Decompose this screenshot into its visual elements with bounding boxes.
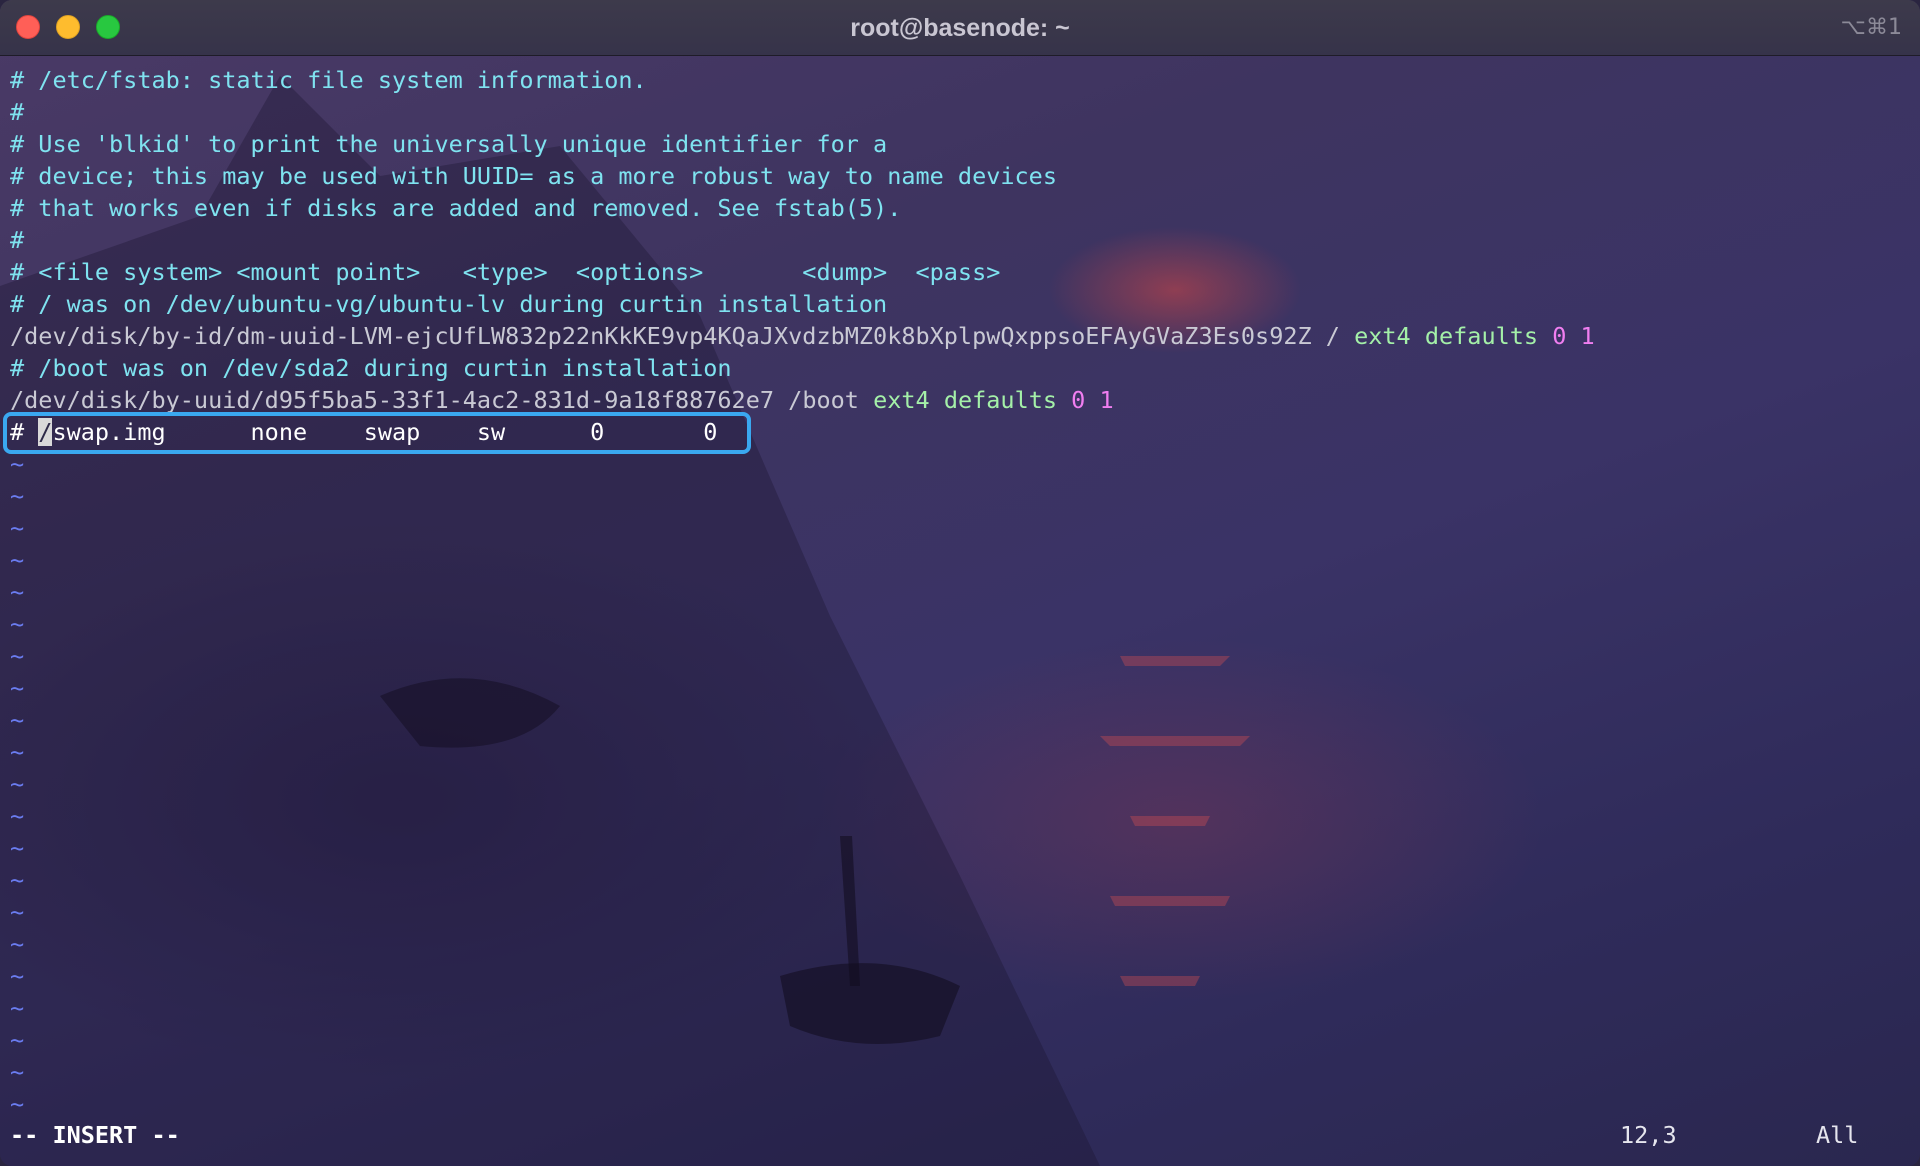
tilde-marker: ~ (10, 898, 25, 926)
empty-line-marker: ~ (10, 896, 1870, 928)
tilde-marker: ~ (10, 962, 25, 990)
comment-text: # (10, 226, 25, 254)
fstab-dump: 0 (1071, 386, 1086, 414)
comment-text: # that works even if disks are added and… (10, 194, 902, 222)
empty-line-marker: ~ (10, 576, 1870, 608)
empty-line-marker: ~ (10, 1024, 1870, 1056)
tilde-marker: ~ (10, 674, 25, 702)
editor-line[interactable]: # (10, 224, 1870, 256)
empty-line-marker: ~ (10, 800, 1870, 832)
empty-line-marker: ~ (10, 768, 1870, 800)
tilde-marker: ~ (10, 770, 25, 798)
vim-mode-indicator: -- INSERT -- (10, 1121, 180, 1149)
editor-line[interactable]: # <file system> <mount point> <type> <op… (10, 256, 1870, 288)
empty-line-marker: ~ (10, 672, 1870, 704)
empty-line-marker: ~ (10, 992, 1870, 1024)
cursor-position: 12,3 (1620, 1121, 1677, 1149)
tilde-marker: ~ (10, 1026, 25, 1054)
tilde-marker: ~ (10, 642, 25, 670)
editor-line[interactable]: # /boot was on /dev/sda2 during curtin i… (10, 352, 1870, 384)
fstab-device: /dev/disk/by-id/dm-uuid-LVM-ejcUfLW832p2… (10, 322, 1312, 350)
fstab-options: defaults (1424, 322, 1539, 350)
empty-line-marker: ~ (10, 864, 1870, 896)
editor-line[interactable]: # that works even if disks are added and… (10, 192, 1870, 224)
fstab-device: /dev/disk/by-uuid/d95f5ba5-33f1-4ac2-831… (10, 386, 775, 414)
vim-status-bar: -- INSERT -- 12,3 All (10, 1119, 1862, 1151)
editor-line[interactable]: # device; this may be used with UUID= as… (10, 160, 1870, 192)
empty-line-marker: ~ (10, 1088, 1870, 1120)
terminal-window: root@basenode: ~ ⌥⌘1 # /etc/fstab: stati… (0, 0, 1920, 1166)
vim-editor-buffer[interactable]: # /etc/fstab: static file system informa… (10, 64, 1870, 1120)
empty-line-marker: ~ (10, 640, 1870, 672)
fstab-dump: 0 (1552, 322, 1567, 350)
tilde-marker: ~ (10, 610, 25, 638)
fstab-options: defaults (943, 386, 1058, 414)
fstab-pass: 1 (1099, 386, 1114, 414)
tilde-marker: ~ (10, 482, 25, 510)
title-bar: root@basenode: ~ ⌥⌘1 (0, 0, 1920, 56)
editor-line[interactable]: # /etc/fstab: static file system informa… (10, 64, 1870, 96)
window-title: root@basenode: ~ (850, 14, 1070, 42)
tilde-marker: ~ (10, 578, 25, 606)
tilde-marker: ~ (10, 546, 25, 574)
tilde-marker: ~ (10, 866, 25, 894)
empty-line-marker: ~ (10, 544, 1870, 576)
tilde-marker: ~ (10, 930, 25, 958)
empty-line-marker: ~ (10, 960, 1870, 992)
editor-line[interactable]: # / was on /dev/ubuntu-vg/ubuntu-lv duri… (10, 288, 1870, 320)
tilde-marker: ~ (10, 802, 25, 830)
fstab-fs-type: ext4 (873, 386, 930, 414)
current-line-highlight (3, 412, 751, 454)
tilde-marker: ~ (10, 834, 25, 862)
comment-text: # (10, 98, 25, 126)
fstab-fs-type: ext4 (1354, 322, 1411, 350)
empty-line-marker: ~ (10, 608, 1870, 640)
fstab-pass: 1 (1580, 322, 1595, 350)
tilde-marker: ~ (10, 1090, 25, 1118)
empty-line-marker: ~ (10, 736, 1870, 768)
editor-line[interactable]: # (10, 96, 1870, 128)
comment-text: # device; this may be used with UUID= as… (10, 162, 1057, 190)
tilde-marker: ~ (10, 450, 25, 478)
empty-line-marker: ~ (10, 704, 1870, 736)
comment-text: # /boot was on /dev/sda2 during curtin i… (10, 354, 732, 382)
tilde-marker: ~ (10, 994, 25, 1022)
empty-line-marker: ~ (10, 928, 1870, 960)
comment-text: # <file system> <mount point> <type> <op… (10, 258, 1001, 286)
window-shortcut-label: ⌥⌘1 (1840, 15, 1902, 40)
empty-line-marker: ~ (10, 512, 1870, 544)
editor-line[interactable]: /dev/disk/by-id/dm-uuid-LVM-ejcUfLW832p2… (10, 320, 1870, 352)
fstab-mount-point: /boot (788, 386, 859, 414)
scroll-indicator: All (1816, 1121, 1859, 1149)
tilde-marker: ~ (10, 738, 25, 766)
fstab-mount-point: / (1325, 322, 1340, 350)
tilde-marker: ~ (10, 1058, 25, 1086)
tilde-marker: ~ (10, 514, 25, 542)
empty-line-marker: ~ (10, 1056, 1870, 1088)
comment-text: # Use 'blkid' to print the universally u… (10, 130, 888, 158)
comment-text: # / was on /dev/ubuntu-vg/ubuntu-lv duri… (10, 290, 888, 318)
tilde-marker: ~ (10, 706, 25, 734)
comment-text: # /etc/fstab: static file system informa… (10, 66, 647, 94)
empty-line-marker: ~ (10, 832, 1870, 864)
empty-line-marker: ~ (10, 480, 1870, 512)
editor-line[interactable]: # Use 'blkid' to print the universally u… (10, 128, 1870, 160)
